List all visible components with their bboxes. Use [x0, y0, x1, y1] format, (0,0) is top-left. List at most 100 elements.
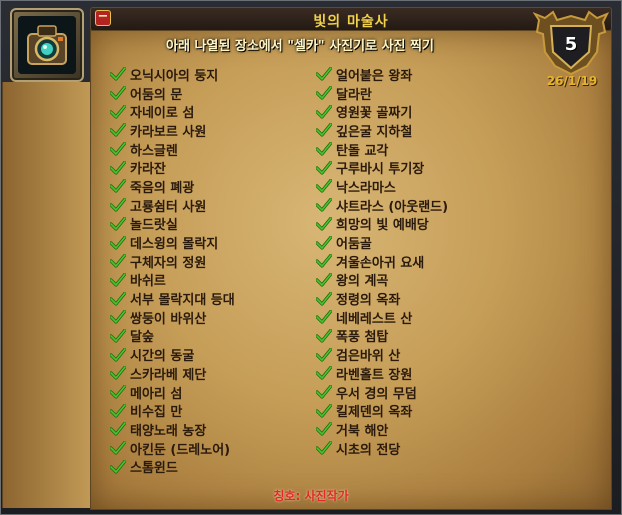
checkmark-icon: [110, 123, 126, 138]
criteria-label: 검은바위 산: [336, 349, 401, 365]
criteria-label: 카라잔: [130, 162, 166, 178]
criteria-label: 고룡쉼터 사원: [130, 199, 207, 215]
criteria-label: 얼어붙은 왕좌: [336, 68, 413, 84]
criteria-label: 어둠골: [336, 237, 372, 253]
criteria-label: 죽음의 폐광: [130, 180, 195, 196]
checkmark-icon: [316, 86, 332, 100]
criteria-item: 스톰윈드: [110, 457, 235, 476]
criteria-label: 데스윙의 몰락지: [130, 237, 219, 253]
criteria-item: 하스글렌: [110, 140, 235, 159]
criteria-item: 얼어붙은 왕좌: [316, 65, 448, 84]
achievement-points: 5: [564, 34, 578, 55]
checkmark-icon: [110, 67, 126, 81]
criteria-label: 시간의 동굴: [130, 349, 195, 365]
checkmark-icon: [316, 272, 332, 287]
checkmark-icon: [110, 179, 126, 194]
criteria-item: 우서 경의 무덤: [316, 383, 448, 402]
checkmark-icon: [316, 216, 332, 231]
checkmark-icon: [110, 216, 126, 231]
criteria-label: 스카라베 제단: [130, 367, 207, 383]
criteria-label: 정령의 옥좌: [336, 293, 401, 309]
checkmark-icon: [110, 310, 126, 324]
criteria-item: 샤트라스 (아웃랜드): [316, 196, 448, 215]
criteria-list-left: 오닉시아의 둥지 어둠의 문 자네이로 섬 카라보르 사원 하스글렌 카라잔 죽음의 폐광 고…: [110, 65, 235, 476]
checkmark-icon: [110, 347, 126, 362]
criteria-label: 네베레스트 산: [336, 311, 413, 327]
criteria-item: 달숲: [110, 327, 235, 346]
criteria-label: 킬제덴의 옥좌: [336, 405, 413, 421]
criteria-label: 영원꽃 골짜기: [336, 106, 413, 122]
checkmark-icon: [110, 328, 126, 343]
criteria-item: 비수집 만: [110, 401, 235, 420]
criteria-label: 탄돌 교각: [336, 143, 389, 159]
criteria-item: 폭풍 첨탑: [316, 327, 448, 345]
checkmark-icon: [110, 459, 126, 474]
checkmark-icon: [316, 179, 332, 194]
criteria-item: 깊은굴 지하철: [316, 121, 448, 140]
checkmark-icon: [110, 198, 126, 212]
criteria-label: 아킨둔 (드레노어): [130, 442, 231, 458]
criteria-label: 쌍둥이 바위산: [130, 311, 207, 327]
criteria-label: 희망의 빛 예배당: [336, 218, 429, 234]
criteria-label: 하스글렌: [130, 143, 178, 159]
criteria-item: 스카라베 제단: [110, 364, 235, 383]
criteria-label: 겨울손아귀 요새: [336, 255, 425, 271]
criteria-item: 카라잔: [110, 158, 235, 177]
checkmark-icon: [316, 366, 332, 380]
criteria-label: 바쉬르: [130, 274, 166, 290]
criteria-item: 탄돌 교각: [316, 140, 448, 159]
criteria-item: 구루바시 투기장: [316, 158, 448, 177]
checkmark-icon: [316, 291, 332, 306]
criteria-label: 샤트라스 (아웃랜드): [336, 199, 449, 215]
criteria-label: 카라보르 사원: [130, 124, 207, 140]
checkmark-icon: [316, 254, 332, 268]
checkmark-icon: [110, 160, 126, 175]
criteria-item: 구체자의 정원: [110, 252, 235, 271]
checkmark-icon: [110, 272, 126, 287]
criteria-label: 깊은굴 지하철: [336, 124, 413, 140]
criteria-label: 우서 경의 무덤: [336, 386, 417, 402]
criteria-label: 어둠의 문: [130, 87, 183, 103]
checkmark-icon: [110, 254, 126, 268]
criteria-item: 고룡쉼터 사원: [110, 196, 235, 215]
criteria-item: 라벤홀트 장원: [316, 364, 448, 383]
criteria-list-right: 얼어붙은 왕좌 달라란 영원꽃 골짜기 깊은굴 지하철 탄돌 교각 구루바시 투기장 낙스라…: [316, 65, 448, 458]
criteria-item: 시간의 동굴: [110, 345, 235, 364]
criteria-label: 서부 몰락지대 등대: [130, 293, 235, 309]
criteria-item: 어둠의 문: [110, 84, 235, 103]
checkmark-icon: [316, 347, 332, 362]
criteria-item: 거북 해안: [316, 420, 448, 439]
checkmark-icon: [316, 198, 332, 212]
checkmark-icon: [316, 385, 332, 399]
criteria-label: 태양노래 농장: [130, 423, 207, 439]
criteria-item: 네베레스트 산: [316, 308, 448, 327]
criteria-label: 달숲: [130, 330, 154, 346]
criteria-label: 스톰윈드: [130, 461, 178, 477]
checkmark-icon: [316, 142, 332, 156]
criteria-item: 메아리 섬: [110, 383, 235, 402]
criteria-label: 비수집 만: [130, 405, 183, 421]
checkmark-icon: [316, 403, 332, 418]
criteria-label: 구체자의 정원: [130, 255, 207, 271]
checkmark-icon: [316, 104, 332, 119]
checkmark-icon: [110, 422, 126, 437]
criteria-item: 영원꽃 골짜기: [316, 102, 448, 121]
checkmark-icon: [316, 310, 332, 324]
criteria-label: 라벤홀트 장원: [336, 367, 413, 383]
criteria-label: 낙스라마스: [336, 180, 396, 196]
criteria-item: 어둠골: [316, 233, 448, 252]
criteria-item: 시초의 전당: [316, 439, 448, 458]
reward-text: 칭호: 사진작가: [273, 489, 349, 503]
achievement-description: 아래 나열된 장소에서 "셀카" 사진기로 사진 찍기: [166, 39, 434, 54]
criteria-label: 왕의 계곡: [336, 274, 389, 290]
criteria-label: 메아리 섬: [130, 386, 183, 402]
criteria-label: 자네이로 섬: [130, 106, 195, 122]
criteria-item: 아킨둔 (드레노어): [110, 439, 235, 458]
checkmark-icon: [110, 403, 126, 418]
criteria-item: 킬제덴의 옥좌: [316, 401, 448, 420]
collapse-button[interactable]: −: [95, 10, 111, 26]
checkmark-icon: [316, 123, 332, 138]
checkmark-icon: [110, 441, 126, 455]
checkmark-icon: [110, 235, 126, 250]
criteria-label: 구루바시 투기장: [336, 162, 425, 178]
